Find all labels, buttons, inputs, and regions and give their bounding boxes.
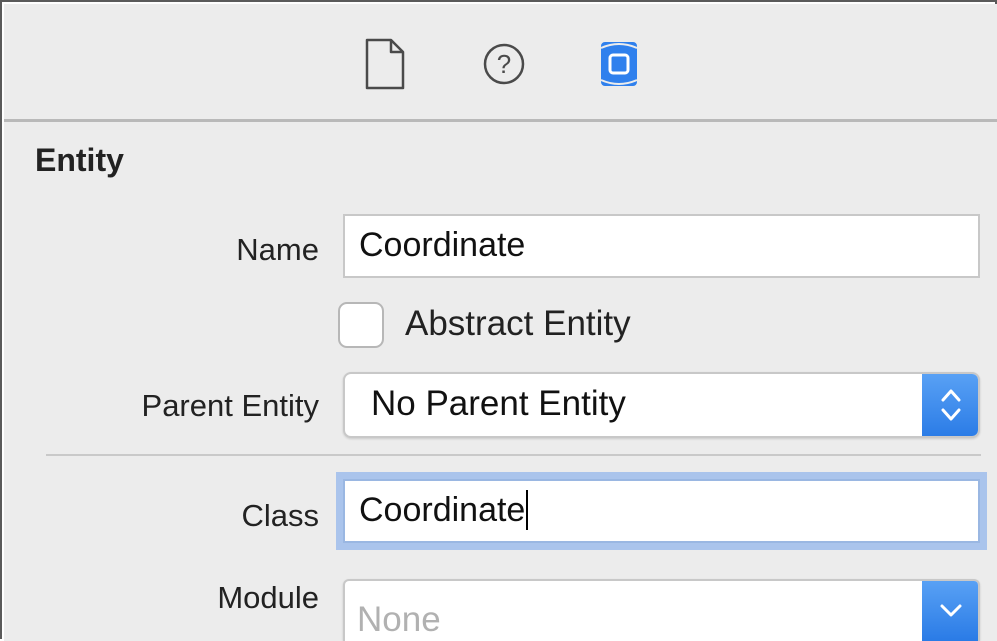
parent-entity-popup[interactable]: No Parent Entity (343, 372, 980, 438)
module-label: Module (217, 580, 319, 615)
name-field[interactable]: Coordinate (343, 214, 980, 278)
svg-text:?: ? (497, 49, 511, 79)
text-caret (526, 490, 529, 531)
class-label: Class (241, 498, 319, 533)
module-placeholder: None (357, 600, 441, 639)
quick-help-icon[interactable]: ? (482, 38, 526, 90)
inspector-panel: ? Entity Name Coordinate Abstract Entity… (0, 0, 997, 641)
name-label: Name (236, 232, 319, 267)
chevron-down-icon[interactable] (922, 581, 978, 641)
abstract-entity-checkbox[interactable] (338, 302, 384, 348)
class-field[interactable]: Coordinate (343, 479, 980, 543)
up-down-chevron-icon[interactable] (922, 374, 978, 436)
class-value: Coordinate (359, 491, 526, 529)
parent-entity-label: Parent Entity (141, 388, 319, 423)
file-inspector-icon[interactable] (363, 38, 407, 90)
inspector-toolbar: ? (4, 4, 997, 122)
section-divider (46, 454, 981, 456)
abstract-entity-label: Abstract Entity (405, 304, 631, 343)
section-title-entity: Entity (35, 142, 124, 178)
parent-entity-value: No Parent Entity (371, 384, 626, 423)
data-model-inspector-icon[interactable] (597, 38, 641, 90)
entity-inspector: Entity Name Coordinate Abstract Entity P… (4, 122, 997, 641)
module-popup[interactable]: None (343, 579, 980, 641)
